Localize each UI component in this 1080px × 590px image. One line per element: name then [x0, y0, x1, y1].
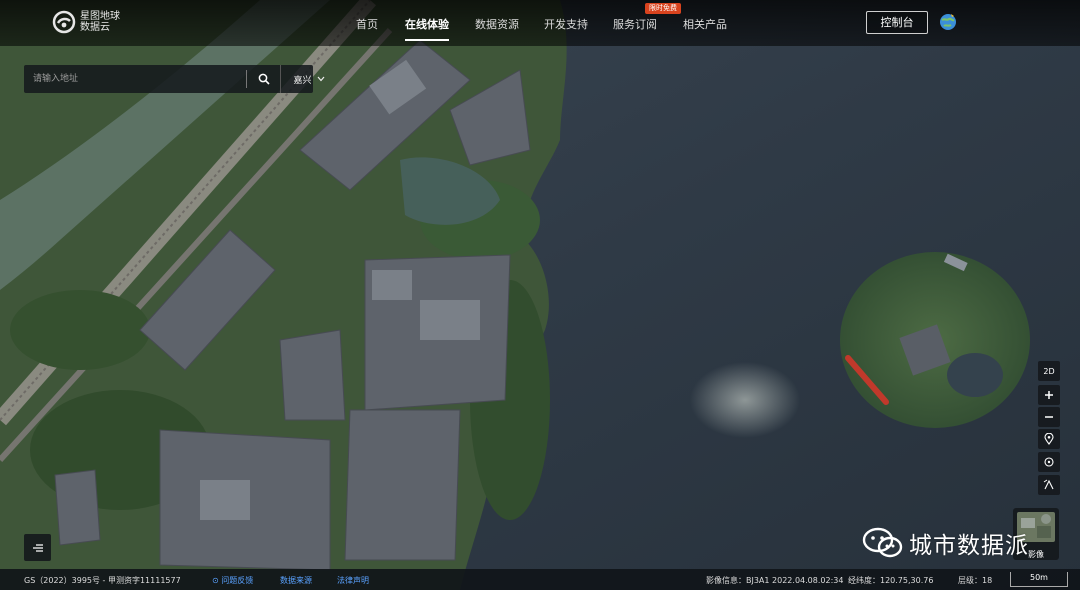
watermark: 城市数据派: [862, 526, 1029, 560]
scale-bar: 50m: [1010, 572, 1068, 587]
crosshair-icon: [1044, 457, 1054, 467]
logo-text-line1: 星图地球: [80, 11, 120, 22]
view-mode-toggle[interactable]: 2D: [1038, 361, 1060, 381]
ruler-icon: [1043, 479, 1054, 490]
feedback-link[interactable]: ⊙ 问题反馈: [212, 575, 253, 586]
list-icon: [32, 543, 43, 552]
scale-label: 50m: [1030, 573, 1048, 582]
location-button[interactable]: [1038, 429, 1060, 449]
console-button[interactable]: 控制台: [866, 11, 928, 34]
feedback-icon: ⊙: [212, 576, 219, 585]
search-icon: [258, 73, 270, 85]
license-text: GS（2022）3995号 - 甲测资字11111577: [24, 576, 181, 585]
view-mode-label: 2D: [1043, 366, 1055, 376]
top-navigation-bar: 星图地球 数据云 首页 在线体验 数据资源 开发支持 服务订阅 相关产品 限时免…: [0, 0, 1080, 46]
plus-icon: [1045, 391, 1053, 399]
city-label: 嘉兴: [293, 75, 312, 86]
watermark-text: 城市数据派: [909, 533, 1029, 559]
zoom-out-button[interactable]: [1038, 407, 1060, 427]
promo-badge: 限时免费: [645, 3, 681, 14]
wechat-icon: [862, 527, 903, 558]
nav-item-data-resources[interactable]: 数据资源: [475, 16, 519, 32]
data-source-link[interactable]: 数据来源: [280, 575, 312, 586]
cloud: [690, 362, 800, 438]
nav-item-subscription[interactable]: 服务订阅: [613, 16, 657, 32]
chevron-down-icon: [317, 76, 324, 82]
feedback-label: 问题反馈: [221, 576, 254, 585]
nav-item-online-demo[interactable]: 在线体验: [405, 16, 449, 41]
legal-link[interactable]: 法律声明: [337, 575, 369, 586]
search-button[interactable]: [250, 65, 277, 93]
address-search: 嘉兴: [24, 65, 324, 93]
status-bar: GS（2022）3995号 - 甲测资字11111577 ⊙ 问题反馈 数据来源…: [0, 569, 1080, 590]
zoom-level: 层级：18: [958, 576, 993, 585]
legend-toggle-button[interactable]: [24, 534, 51, 561]
zoom-in-button[interactable]: [1038, 385, 1060, 405]
nav-item-related-products[interactable]: 相关产品: [683, 16, 727, 32]
search-divider: [246, 70, 247, 88]
coordinates-readout: 经纬度：120.75,30.76: [848, 576, 934, 585]
logo-icon: [52, 10, 76, 34]
nav-item-home[interactable]: 首页: [356, 16, 378, 32]
brand-logo[interactable]: 星图地球 数据云: [52, 10, 120, 34]
imagery-info: 影像信息：BJ3A1 2022.04.08.02:34: [706, 576, 844, 585]
minus-icon: [1045, 416, 1053, 418]
map-pin-icon: [1044, 433, 1054, 445]
nav-item-dev-support[interactable]: 开发支持: [544, 16, 588, 32]
search-input[interactable]: [24, 65, 222, 93]
logo-text-line2: 数据云: [80, 22, 110, 33]
locate-me-button[interactable]: [1038, 452, 1060, 472]
measure-button[interactable]: [1038, 475, 1060, 495]
city-select[interactable]: 嘉兴: [280, 65, 337, 93]
globe-user-icon[interactable]: [938, 12, 958, 32]
